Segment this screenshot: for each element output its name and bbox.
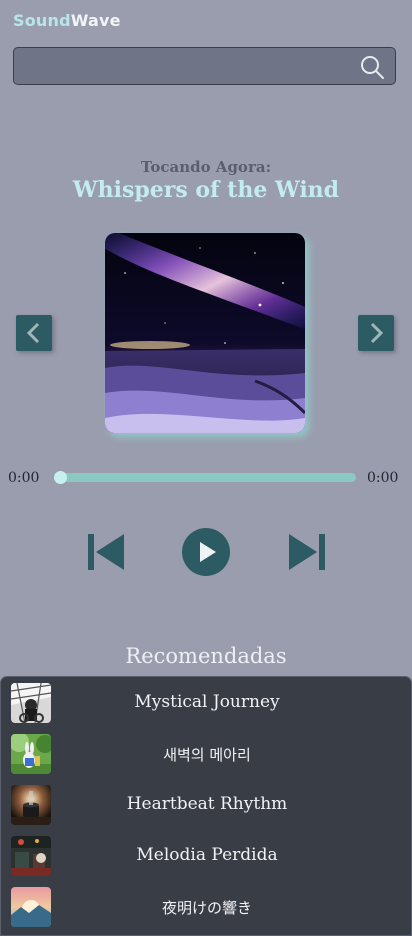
list-item[interactable]: Melodia Perdida [1,831,412,879]
progress-thumb[interactable] [54,471,67,484]
logo-part-sound: Sound [13,11,71,30]
now-playing-label: Tocando Agora: [140,158,272,176]
list-item[interactable]: 새벽의 메아리 [1,729,412,777]
search-bar [13,47,396,85]
track-title: 새벽의 메아리 [163,746,251,764]
app-logo[interactable]: SoundWave [13,11,121,30]
list-item[interactable]: Heartbeat Rhythm [1,780,412,828]
next-art-button[interactable] [358,315,394,351]
search-input[interactable] [22,54,346,80]
skip-back-icon[interactable] [86,532,126,572]
song-title: Whispers of the Wind [72,177,340,203]
current-time: 0:00 [8,470,40,486]
recommended-list: Mystical Journey 새벽의 메아리 Heartbeat Rhyth… [0,676,412,936]
track-title: Heartbeat Rhythm [126,794,288,814]
track-title: 夜明けの響き [161,899,252,917]
recommended-heading: Recomendadas [125,644,287,668]
chevron-left-icon [26,322,40,344]
chevron-right-icon [370,322,384,344]
play-button[interactable] [181,527,231,577]
list-item[interactable]: 夜明けの響き [1,882,412,930]
previous-art-button[interactable] [16,315,52,351]
skip-forward-icon[interactable] [287,532,327,572]
track-title: Melodia Perdida [136,845,278,865]
logo-part-wave: Wave [70,11,121,30]
list-item[interactable]: Mystical Journey [1,678,412,726]
total-time: 0:00 [367,470,399,486]
progress-bar[interactable] [54,471,356,484]
album-art [105,233,305,433]
search-icon[interactable] [359,54,385,80]
track-title: Mystical Journey [134,692,280,712]
